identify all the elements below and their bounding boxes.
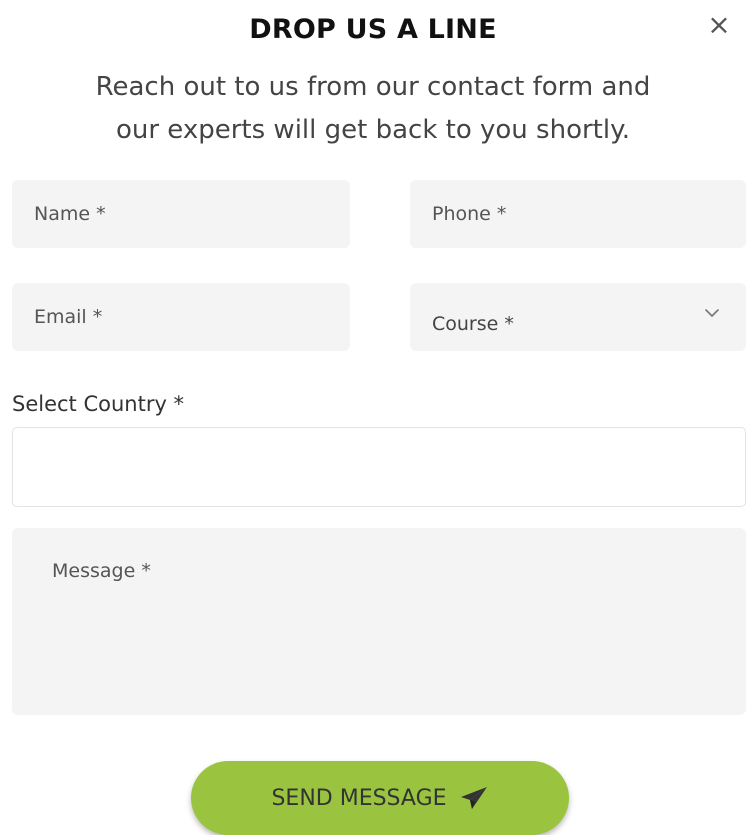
chevron-down-icon — [705, 309, 719, 317]
paper-plane-icon — [460, 787, 487, 809]
subtitle-line-2: our experts will get back to you shortly… — [115, 115, 631, 145]
send-message-label: SEND MESSAGE — [271, 785, 447, 811]
email-input[interactable] — [12, 283, 350, 351]
send-message-button[interactable]: SEND MESSAGE — [191, 761, 569, 835]
contact-modal: × DROP US A LINE Reach out to us from ou… — [0, 0, 746, 835]
course-select[interactable]: Course * — [410, 283, 746, 351]
modal-title: DROP US A LINE — [249, 14, 497, 45]
modal-subtitle: Reach out to us from our contact form an… — [20, 66, 726, 152]
phone-input[interactable] — [410, 180, 746, 248]
name-input[interactable] — [12, 180, 350, 248]
country-label: Select Country * — [12, 392, 185, 416]
message-textarea[interactable] — [12, 528, 746, 715]
country-select[interactable] — [12, 427, 746, 507]
subtitle-line-1: Reach out to us from our contact form an… — [95, 72, 651, 102]
course-select-value: Course * — [432, 313, 514, 335]
